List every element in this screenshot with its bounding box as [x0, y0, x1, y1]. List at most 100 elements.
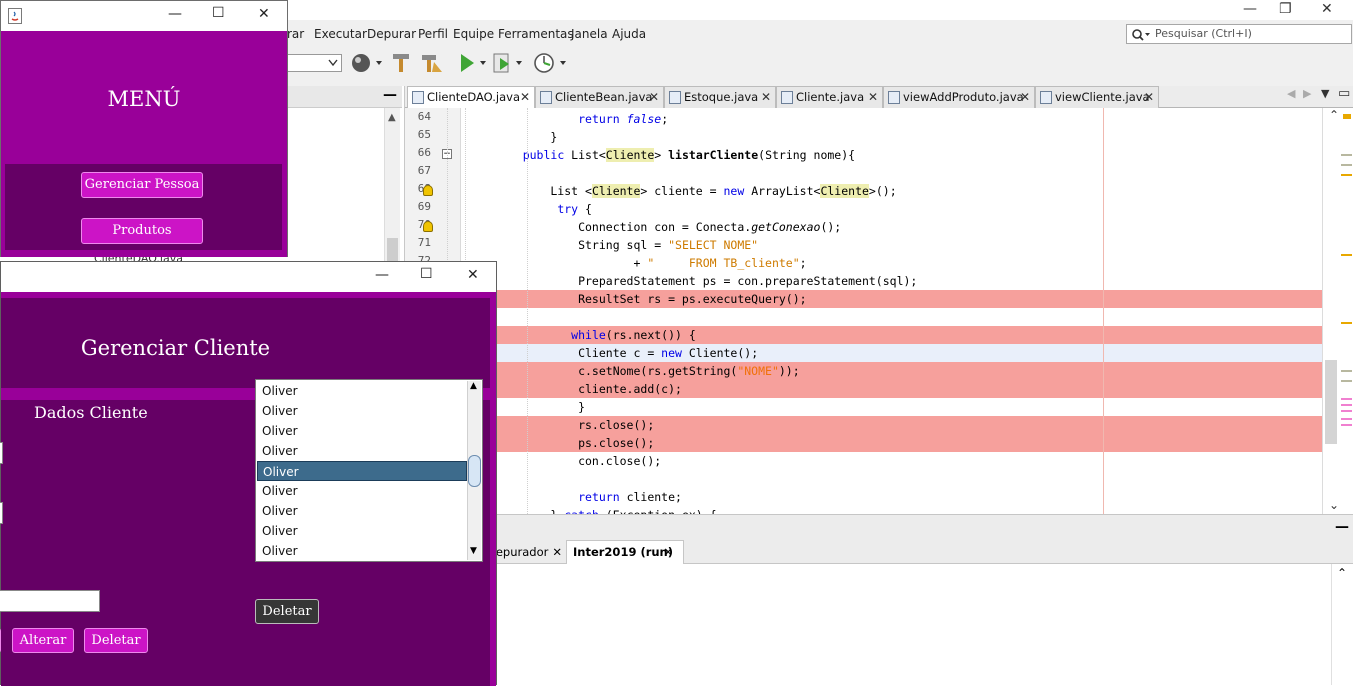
search-field[interactable]: [0, 590, 100, 612]
maximize-icon[interactable]: ☐: [420, 266, 433, 282]
warning-bulb-icon[interactable]: [423, 221, 433, 232]
maximize-icon[interactable]: ☐: [212, 5, 225, 21]
nome-field[interactable]: [0, 442, 3, 464]
output-scrollbar[interactable]: ⌃: [1331, 564, 1353, 685]
minimize-panel-icon[interactable]: —: [1335, 519, 1349, 535]
minimize-icon[interactable]: —: [168, 6, 182, 22]
list-item[interactable]: Oliver: [257, 421, 467, 441]
cpf-field[interactable]: [0, 502, 3, 524]
menu-executar[interactable]: Executar: [314, 27, 367, 41]
code-line[interactable]: ResultSet rs = ps.executeQuery();: [405, 290, 1322, 308]
gerenciar-pessoa-button[interactable]: Gerenciar Pessoa: [81, 172, 203, 198]
output-console[interactable]: ⌃: [490, 564, 1353, 685]
code-line[interactable]: ps.close();: [405, 434, 1322, 452]
produtos-button[interactable]: Produtos: [81, 218, 203, 244]
menu-janela[interactable]: Janela: [571, 27, 608, 41]
list-scrollbar[interactable]: ▲ ▼: [467, 381, 481, 560]
menu-perfil[interactable]: Perfil: [418, 27, 448, 41]
scroll-tabs-right-icon[interactable]: ▶: [1303, 87, 1311, 100]
list-item[interactable]: Oliver: [257, 461, 467, 481]
code-line[interactable]: return false;: [405, 110, 1322, 128]
code-line[interactable]: [405, 308, 1322, 326]
tab-list-icon[interactable]: ▼: [1321, 87, 1329, 100]
menu-refatorar[interactable]: rar: [287, 27, 304, 41]
list-item[interactable]: Oliver: [257, 501, 467, 521]
cliente-window-titlebar[interactable]: — ☐ ✕: [1, 262, 496, 292]
tab-clientebean[interactable]: ClienteBean.java ✕: [535, 86, 664, 108]
close-icon[interactable]: ✕: [663, 541, 673, 563]
close-icon[interactable]: ✕: [649, 87, 659, 107]
list-item[interactable]: Oliver: [257, 481, 467, 501]
code-line[interactable]: try {: [405, 200, 1322, 218]
code-line[interactable]: }: [405, 128, 1322, 146]
code-line[interactable]: Cliente c = new Cliente();: [405, 344, 1322, 362]
clean-build-icon[interactable]: [420, 52, 444, 74]
tab-inter2019-run[interactable]: Inter2019 (run) ✕: [566, 540, 684, 564]
code-line[interactable]: String sql = "SELECT NOME": [405, 236, 1322, 254]
debug-icon[interactable]: [492, 52, 528, 74]
menu-depurar[interactable]: Depurar: [367, 27, 416, 41]
maximize-editor-icon[interactable]: ▭: [1338, 86, 1350, 101]
code-line[interactable]: public List<Cliente> listarCliente(Strin…: [405, 146, 1322, 164]
config-dropdown[interactable]: [286, 54, 342, 72]
code-editor[interactable]: 6465666768697071727374757677787980818283…: [405, 108, 1325, 514]
editor-scrollbar[interactable]: ⌃ ⌄: [1322, 108, 1353, 514]
minimize-icon[interactable]: —: [375, 267, 389, 283]
code-line[interactable]: List <Cliente> cliente = new ArrayList<C…: [405, 182, 1322, 200]
code-line[interactable]: [405, 164, 1322, 182]
menu-window-body: MENÚ Gerenciar Pessoa Produtos: [1, 31, 287, 257]
list-item[interactable]: Oliver: [257, 401, 467, 421]
code-line[interactable]: con.close();: [405, 452, 1322, 470]
tab-viewaddproduto[interactable]: viewAddProduto.java ✕: [883, 86, 1035, 108]
close-icon[interactable]: ✕: [258, 6, 270, 22]
close-icon[interactable]: ✕: [467, 267, 479, 283]
code-line[interactable]: } catch (Exception ex) {: [405, 506, 1322, 514]
list-item[interactable]: Oliver: [257, 521, 467, 541]
list-item[interactable]: Oliver: [257, 381, 467, 401]
client-list[interactable]: Oliver Oliver Oliver Oliver Oliver Oliver Oliv…: [255, 379, 483, 562]
search-input[interactable]: Pesquisar (Ctrl+I): [1126, 24, 1352, 44]
tab-depurador[interactable]: Depurador ✕: [487, 540, 564, 564]
tab-viewcliente[interactable]: viewCliente.java ✕: [1035, 86, 1159, 108]
tab-estoque[interactable]: Estoque.java ✕: [664, 86, 776, 108]
code-line[interactable]: cliente.add(c);: [405, 380, 1322, 398]
restore-icon[interactable]: ❐: [1279, 1, 1292, 17]
close-icon[interactable]: ✕: [520, 87, 530, 107]
close-icon[interactable]: ✕: [1020, 87, 1030, 107]
code-line[interactable]: return cliente;: [405, 488, 1322, 506]
minimize-panel-icon[interactable]: —: [383, 87, 397, 103]
scroll-tabs-left-icon[interactable]: ◀: [1287, 87, 1295, 100]
hammer-icon[interactable]: [390, 52, 412, 74]
code-line[interactable]: + " FROM TB_cliente";: [405, 254, 1322, 272]
code-line[interactable]: c.setNome(rs.getString("NOME"));: [405, 362, 1322, 380]
list-scroll-thumb[interactable]: [468, 455, 481, 487]
close-icon[interactable]: ✕: [1321, 1, 1333, 17]
code-line[interactable]: [405, 470, 1322, 488]
list-item[interactable]: Oliver: [257, 441, 467, 461]
code-line[interactable]: }: [405, 398, 1322, 416]
close-icon[interactable]: ✕: [761, 87, 771, 107]
code-line[interactable]: Connection con = Conecta.getConexao();: [405, 218, 1322, 236]
minimize-icon[interactable]: —: [1243, 1, 1257, 17]
code-line[interactable]: rs.close();: [405, 416, 1322, 434]
warning-bulb-icon[interactable]: [423, 185, 433, 196]
tab-cliente[interactable]: Cliente.java ✕: [776, 86, 883, 108]
menu-ajuda[interactable]: Ajuda: [612, 27, 646, 41]
menu-ferramentas[interactable]: Ferramentas: [498, 27, 574, 41]
alterar-button[interactable]: Alterar: [12, 628, 74, 653]
deletar-button[interactable]: Deletar: [84, 628, 148, 653]
close-icon[interactable]: ✕: [552, 540, 562, 564]
run-icon[interactable]: [458, 52, 492, 74]
deletar-list-button[interactable]: Deletar: [255, 599, 319, 624]
profile-icon[interactable]: [532, 52, 572, 74]
globe-icon[interactable]: [350, 52, 384, 74]
close-icon[interactable]: ✕: [1144, 87, 1154, 107]
list-item[interactable]: Oliver: [257, 541, 467, 561]
tab-clientedao[interactable]: ClienteDAO.java ✕: [407, 86, 535, 108]
menu-window-titlebar[interactable]: — ☐ ✕: [1, 1, 287, 31]
code-line[interactable]: PreparedStatement ps = con.prepareStatem…: [405, 272, 1322, 290]
menu-equipe[interactable]: Equipe: [453, 27, 494, 41]
close-icon[interactable]: ✕: [868, 87, 878, 107]
salvar-button[interactable]: [0, 628, 1, 653]
code-line[interactable]: while(rs.next()) {: [405, 326, 1322, 344]
